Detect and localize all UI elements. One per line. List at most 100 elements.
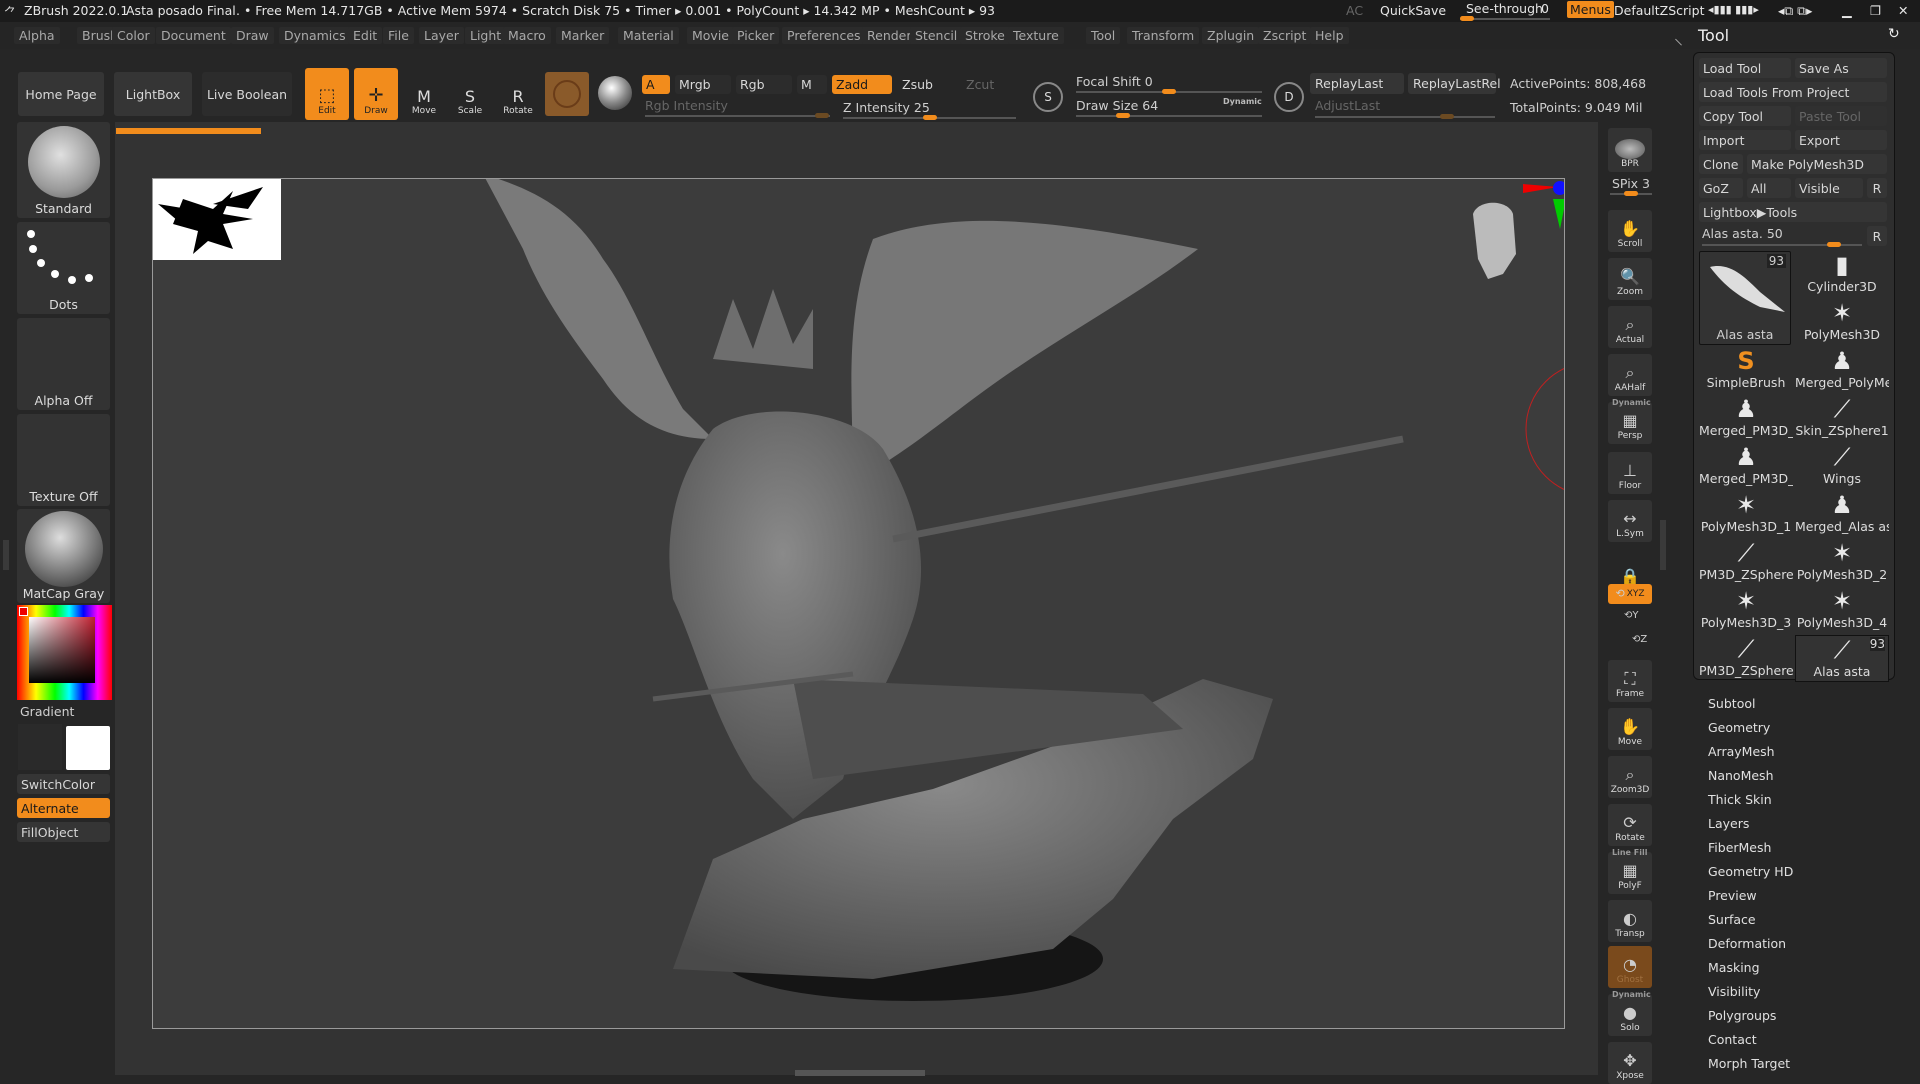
menu-stroke[interactable]: Stroke <box>960 27 1010 44</box>
subpalette-arraymesh[interactable]: ArrayMesh <box>1708 744 1775 759</box>
m-button[interactable]: M <box>797 75 827 94</box>
save-as-button[interactable]: Save As <box>1795 58 1887 78</box>
goz-r-button[interactable]: R <box>1867 178 1887 198</box>
menu-render[interactable]: Render <box>862 27 917 44</box>
tool-item[interactable]: ✶ PolyMesh3D_3 <box>1699 587 1793 634</box>
paste-tool-button[interactable]: Paste Tool <box>1795 106 1887 126</box>
lightbox-tools-button[interactable]: Lightbox▶Tools <box>1699 202 1887 222</box>
load-tool-button[interactable]: Load Tool <box>1699 58 1791 78</box>
xyz-button[interactable]: ⟲ XYZ <box>1608 584 1652 604</box>
subpalette-thick-skin[interactable]: Thick Skin <box>1708 792 1772 807</box>
lazymouse-d-icon[interactable]: D <box>1274 82 1304 112</box>
tool-item[interactable]: ✶ PolyMesh3D_4 <box>1795 587 1889 634</box>
rotate-y-icon[interactable]: ⟲Y <box>1624 610 1639 621</box>
move-button[interactable]: M Move <box>402 68 446 120</box>
brush-selector[interactable]: Standard <box>17 122 110 218</box>
subpalette-preview[interactable]: Preview <box>1708 888 1757 903</box>
import-button[interactable]: Import <box>1699 130 1791 150</box>
menu-document[interactable]: Document <box>156 27 231 44</box>
current-tool-slider[interactable] <box>1702 242 1862 247</box>
aahalf-button[interactable]: ⌕ AAHalf <box>1608 354 1652 396</box>
tool-item[interactable]: ♟ Merged_PM3D_S <box>1699 395 1793 442</box>
export-button[interactable]: Export <box>1795 130 1887 150</box>
tool-item[interactable]: ✶ PolyMesh3D_2 <box>1795 539 1889 586</box>
menu-file[interactable]: File <box>383 27 414 44</box>
focal-shift-slider[interactable] <box>1076 89 1262 94</box>
zadd-button[interactable]: Zadd <box>832 75 892 94</box>
tool-item[interactable]: ⟋ Wings <box>1795 443 1889 490</box>
right-tray-handle[interactable] <box>1660 520 1666 570</box>
rgb-button[interactable]: Rgb <box>736 75 792 94</box>
goz-all-button[interactable]: All <box>1747 178 1791 198</box>
clone-button[interactable]: Clone <box>1699 154 1743 174</box>
menus-toggle[interactable]: Menus <box>1567 1 1614 18</box>
menu-picker[interactable]: Picker <box>732 27 780 44</box>
menu-stencil[interactable]: Stencil <box>910 27 963 44</box>
tool-item[interactable]: ⟋ Alas asta 93 <box>1795 635 1889 682</box>
load-tools-from-project-button[interactable]: Load Tools From Project <box>1699 82 1887 102</box>
subpalette-geometry[interactable]: Geometry <box>1708 720 1770 735</box>
tool-item[interactable]: ✶ PolyMesh3D <box>1795 299 1889 346</box>
menu-macro[interactable]: Macro <box>503 27 551 44</box>
subpalette-visibility[interactable]: Visibility <box>1708 984 1760 999</box>
viewport[interactable] <box>152 178 1565 1029</box>
reset-icon[interactable]: ↻ <box>1888 26 1900 42</box>
fill-object-button[interactable]: FillObject <box>17 822 110 842</box>
restore-icon[interactable]: ❐ <box>1870 3 1881 18</box>
zoom-button[interactable]: 🔍 Zoom <box>1608 258 1652 300</box>
ghost-button[interactable]: ◔ Ghost <box>1608 946 1652 988</box>
zoom3d-button[interactable]: ⌕ Zoom3D <box>1608 756 1652 798</box>
lightbox-button[interactable]: LightBox <box>114 72 192 116</box>
zcut-button[interactable]: Zcut <box>962 75 1016 94</box>
subpalette-layers[interactable]: Layers <box>1708 816 1749 831</box>
bpr-button[interactable]: BPR <box>1608 128 1652 172</box>
color-sphere-icon[interactable] <box>598 76 632 110</box>
rotate-z-icon[interactable]: ⟲Z <box>1632 634 1647 645</box>
polyf-button[interactable]: ▦ PolyF <box>1608 852 1652 894</box>
subpalette-polygroups[interactable]: Polygroups <box>1708 1008 1776 1023</box>
rgb-intensity-slider[interactable] <box>645 113 830 118</box>
goz-button[interactable]: GoZ <box>1699 178 1743 198</box>
home-page-button[interactable]: Home Page <box>18 72 104 116</box>
tool-item[interactable]: ✶ PolyMesh3D_1 <box>1699 491 1793 538</box>
spix-slider[interactable] <box>1610 191 1652 196</box>
goz-visible-button[interactable]: Visible <box>1795 178 1863 198</box>
alpha-selector[interactable]: Alpha Off <box>17 318 110 410</box>
tool-item[interactable]: ⟋ Skin_ZSphere1 <box>1795 395 1889 442</box>
tool-item[interactable]: ♟ Merged_Alas ast <box>1795 491 1889 538</box>
color-picker[interactable] <box>17 605 112 700</box>
subpalette-nanomesh[interactable]: NanoMesh <box>1708 768 1774 783</box>
secondary-color-swatch[interactable] <box>18 724 62 770</box>
zsub-button[interactable]: Zsub <box>898 75 956 94</box>
menu-layer[interactable]: Layer <box>419 27 464 44</box>
menu-help[interactable]: Help <box>1310 27 1349 44</box>
texture-selector[interactable]: Texture Off <box>17 414 110 506</box>
move-button[interactable]: ✋ Move <box>1608 708 1652 750</box>
ac-button[interactable]: AC <box>1346 3 1363 18</box>
solo-button[interactable]: ● Solo <box>1608 994 1652 1036</box>
menu-transform[interactable]: Transform <box>1127 27 1200 44</box>
subpalette-masking[interactable]: Masking <box>1708 960 1760 975</box>
subpalette-fibermesh[interactable]: FiberMesh <box>1708 840 1771 855</box>
subpalette-geometry-hd[interactable]: Geometry HD <box>1708 864 1793 879</box>
color-square[interactable] <box>29 617 95 683</box>
scroll-button[interactable]: ✋ Scroll <box>1608 210 1652 252</box>
tool-item[interactable]: ⟋ PM3D_ZSphere1 <box>1699 539 1793 586</box>
copy-tool-button[interactable]: Copy Tool <box>1699 106 1791 126</box>
draw-size-slider[interactable] <box>1076 113 1262 118</box>
shrink-tray-icon[interactable]: ◂▮▮▮ ▮▮▮▸ <box>1708 3 1759 16</box>
z-intensity-slider[interactable] <box>843 115 1016 120</box>
subpalette-contact[interactable]: Contact <box>1708 1032 1757 1047</box>
material-selector[interactable]: MatCap Gray <box>17 509 110 603</box>
menu-light[interactable]: Light <box>465 27 507 44</box>
actual-button[interactable]: ⌕ Actual <box>1608 306 1652 348</box>
menu-movie[interactable]: Movie <box>687 27 734 44</box>
bottom-tray-handle[interactable] <box>795 1070 925 1076</box>
alternate-button[interactable]: Alternate <box>17 798 110 818</box>
scale-button[interactable]: S Scale <box>448 68 492 120</box>
default-zscript-button[interactable]: DefaultZScript <box>1614 3 1705 18</box>
edit-button[interactable]: ⬚ Edit <box>305 68 349 120</box>
tool-item[interactable]: ▮ Cylinder3D <box>1795 251 1889 298</box>
subpalette-deformation[interactable]: Deformation <box>1708 936 1786 951</box>
subpalette-surface[interactable]: Surface <box>1708 912 1756 927</box>
